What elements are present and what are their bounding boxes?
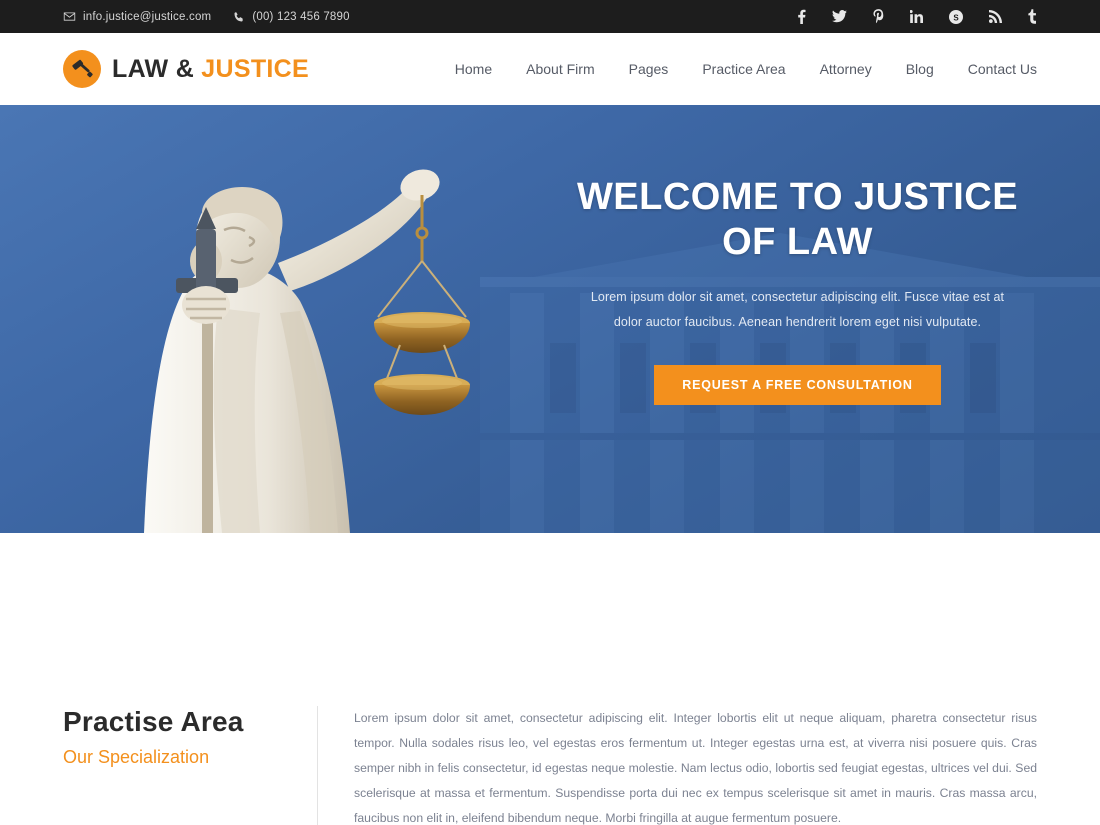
- gavel-icon: [63, 50, 101, 88]
- nav-item-home[interactable]: Home: [455, 61, 492, 77]
- svg-text:S: S: [953, 13, 959, 22]
- nav-item-about-firm[interactable]: About Firm: [526, 61, 594, 77]
- topbar-contact-group: info.justice@justice.com (00) 123 456 78…: [63, 10, 350, 23]
- logo-wordmark: LAW & JUSTICE: [112, 55, 309, 84]
- phone-icon: [233, 11, 245, 23]
- practise-area-description: Lorem ipsum dolor sit amet, consectetur …: [318, 706, 1037, 825]
- topbar-email-text: info.justice@justice.com: [83, 10, 212, 23]
- nav-item-contact-us[interactable]: Contact Us: [968, 61, 1037, 77]
- practise-area-body-text: Lorem ipsum dolor sit amet, consectetur …: [354, 711, 1037, 825]
- hero-paragraph: Lorem ipsum dolor sit amet, consectetur …: [590, 289, 1005, 329]
- twitter-icon[interactable]: [832, 10, 847, 23]
- hero-content: WELCOME TO JUSTICE OF LAW Lorem ipsum do…: [545, 105, 1050, 533]
- site-header: LAW & JUSTICE Home About Firm Pages Prac…: [0, 33, 1100, 105]
- hero-heading-line2: OF LAW: [722, 220, 873, 263]
- pinterest-icon[interactable]: [873, 9, 884, 24]
- facebook-icon[interactable]: [797, 9, 806, 24]
- logo-accent-text: JUSTICE: [201, 54, 309, 83]
- nav-item-pages[interactable]: Pages: [629, 61, 669, 77]
- topbar-phone-text: (00) 123 456 7890: [252, 10, 350, 23]
- lady-justice-statue-image: [144, 169, 470, 533]
- hero-heading: WELCOME TO JUSTICE OF LAW: [577, 175, 1018, 265]
- top-contact-bar: info.justice@justice.com (00) 123 456 78…: [0, 0, 1100, 33]
- tumblr-icon[interactable]: [1028, 9, 1037, 24]
- hero-heading-line1: WELCOME TO JUSTICE: [576, 176, 1019, 218]
- practise-area-title: Practise Area: [63, 706, 244, 737]
- practise-area-subtitle: Our Specialization: [63, 747, 210, 767]
- skype-icon[interactable]: S: [949, 9, 963, 24]
- stats-overlap-spacer: [0, 533, 1100, 651]
- logo-primary-text: LAW &: [112, 54, 195, 83]
- practise-area-section: Practise Area Our Specialization Lorem i…: [0, 651, 1100, 825]
- nav-item-blog[interactable]: Blog: [906, 61, 934, 77]
- request-consultation-button[interactable]: REQUEST A FREE CONSULTATION: [654, 364, 941, 405]
- envelope-icon: [63, 10, 76, 23]
- practise-area-headings: Practise Area Our Specialization: [63, 706, 318, 825]
- site-logo[interactable]: LAW & JUSTICE: [63, 50, 309, 88]
- rss-icon[interactable]: [989, 10, 1002, 23]
- hero-banner: WELCOME TO JUSTICE OF LAW Lorem ipsum do…: [0, 105, 1100, 533]
- nav-item-attorney[interactable]: Attorney: [820, 61, 872, 77]
- nav-item-practice-area[interactable]: Practice Area: [702, 61, 785, 77]
- topbar-phone[interactable]: (00) 123 456 7890: [233, 10, 350, 23]
- social-links: S: [797, 9, 1037, 24]
- main-navigation: Home About Firm Pages Practice Area Atto…: [455, 61, 1037, 77]
- linkedin-icon[interactable]: [910, 10, 923, 23]
- topbar-email[interactable]: info.justice@justice.com: [63, 10, 211, 23]
